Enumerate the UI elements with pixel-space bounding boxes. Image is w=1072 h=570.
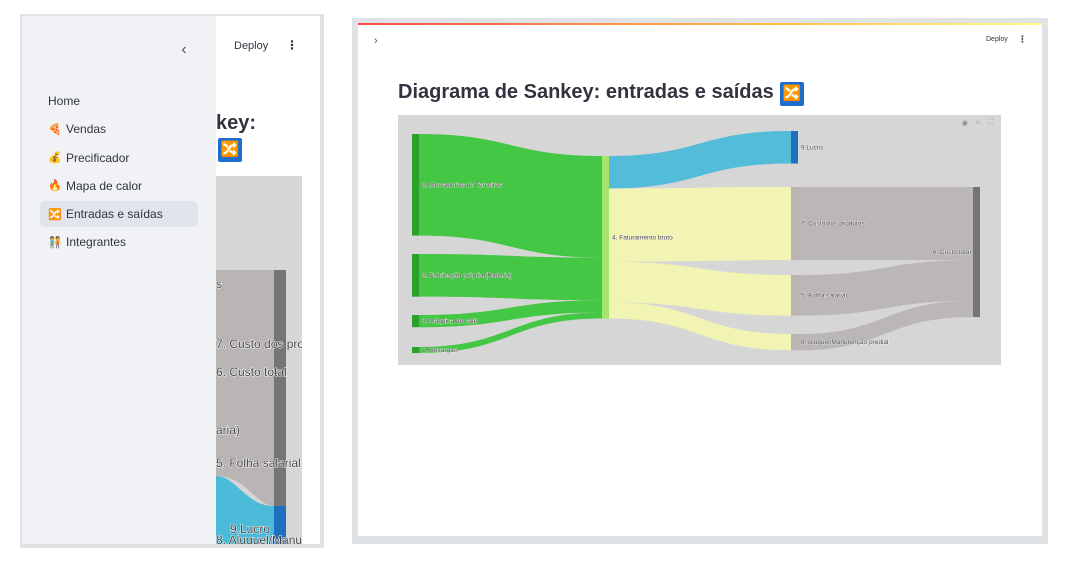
- sankey-node-label: 1. Recargas: [422, 347, 458, 354]
- left-window-frame: ‹ Home 🍕 Vendas 💰 Precificador 🔥 Mapa de…: [20, 14, 324, 548]
- sankey-chart-partial[interactable]: s 7. Custo dos pro 6. Custo total aria) …: [216, 176, 302, 544]
- top-decoration-line: [358, 23, 1042, 25]
- page-title: Diagrama de Sankey: entradas e saídas: [398, 81, 774, 103]
- pizza-icon: 🍕: [48, 123, 62, 136]
- chevron-right-icon[interactable]: ›: [374, 35, 378, 47]
- more-menu-icon[interactable]: ⋮: [286, 38, 298, 52]
- right-window: › Deploy ⋮ Diagrama de Sankey: entradas …: [358, 23, 1042, 536]
- sankey-node-label: 5. Folha salarial: [801, 292, 847, 299]
- sidebar-item-vendas[interactable]: 🍕 Vendas: [40, 116, 198, 142]
- sankey-links: [419, 131, 973, 354]
- sidebar-item-label: Integrantes: [66, 235, 127, 250]
- chart-label: 8. Aluguel/Manu: [216, 533, 302, 544]
- fire-icon: 🔥: [48, 180, 62, 193]
- sankey-node[interactable]: [602, 156, 609, 319]
- flow-custo-total: [216, 270, 274, 506]
- money-bag-icon: 💰: [48, 152, 62, 165]
- sidebar-item-mapa-de-calor[interactable]: 🔥 Mapa de calor: [40, 173, 198, 199]
- sankey-node-label: 0. Mercadorias de Terceiros: [422, 182, 503, 189]
- people-icon: 🧑‍🤝‍🧑: [48, 236, 62, 249]
- more-menu-icon[interactable]: ⋮: [1018, 34, 1027, 45]
- sidebar: ‹ Home 🍕 Vendas 💰 Precificador 🔥 Mapa de…: [22, 16, 216, 544]
- right-window-frame: › Deploy ⋮ Diagrama de Sankey: entradas …: [352, 18, 1048, 544]
- chevron-left-icon[interactable]: ‹: [174, 40, 194, 60]
- camera-icon[interactable]: ◉: [962, 119, 968, 127]
- sankey-node-label: 3. Máquina de café: [422, 318, 478, 325]
- deploy-button[interactable]: Deploy: [986, 36, 1008, 43]
- sankey-chart[interactable]: 0. Mercadorias de Terceiros 1. Recargas 2.…: [398, 115, 1001, 365]
- shuffle-icon: 🔀: [48, 208, 62, 221]
- sidebar-item-home[interactable]: Home: [40, 88, 198, 114]
- sankey-node[interactable]: [973, 187, 980, 318]
- sankey-node[interactable]: [412, 134, 419, 236]
- chart-label: aria): [216, 423, 240, 437]
- sidebar-item-label: Entradas e saídas: [66, 207, 163, 222]
- sankey-node[interactable]: [791, 334, 798, 351]
- sankey-link[interactable]: [609, 131, 791, 189]
- chart-modebar: ◉ ⌂ ⛶: [962, 119, 993, 127]
- shuffle-icon: 🔀: [780, 82, 804, 106]
- sidebar-item-label: Mapa de calor: [66, 178, 143, 193]
- sankey-node[interactable]: [791, 275, 798, 316]
- chart-label: 6. Custo total: [216, 365, 287, 379]
- sankey-node[interactable]: [791, 131, 798, 164]
- chart-label: s: [216, 277, 222, 291]
- sankey-node-label: 4. Faturamento bruto: [612, 234, 673, 241]
- sidebar-item-label: Precificador: [66, 150, 130, 165]
- sankey-node-label: 8. Aluguel/Manutenção predial: [801, 339, 889, 346]
- sankey-node-label: 6. Custo total: [933, 249, 972, 256]
- shuffle-icon: 🔀: [218, 138, 242, 162]
- sankey-node-label: 9.Lucro: [801, 144, 823, 151]
- node-custo-total: [274, 270, 286, 506]
- sankey-node-label: 7. Custo dos produtos: [801, 221, 865, 228]
- sankey-node[interactable]: [412, 254, 419, 297]
- sankey-svg: 0. Mercadorias de Terceiros 1. Recargas 2.…: [412, 131, 980, 354]
- chart-label: 5. Folha salarial: [216, 456, 301, 470]
- sankey-node-label: 2. Fabricação própria (Padaria): [422, 272, 512, 279]
- sidebar-item-label: Home: [48, 94, 81, 108]
- sidebar-item-label: Vendas: [66, 122, 107, 137]
- page-title-fragment: key:: [216, 112, 257, 134]
- left-window: ‹ Home 🍕 Vendas 💰 Precificador 🔥 Mapa de…: [22, 16, 320, 544]
- home-icon[interactable]: ⌂: [976, 119, 980, 127]
- sidebar-nav: Home 🍕 Vendas 💰 Precificador 🔥 Mapa de c…: [40, 88, 198, 258]
- left-main-area: Deploy ⋮ key: 🔀 s 7. Custo dos pro 6. Cu…: [216, 16, 320, 544]
- fullscreen-icon[interactable]: ⛶: [988, 119, 993, 127]
- sidebar-item-entradas-e-saidas[interactable]: 🔀 Entradas e saídas: [40, 201, 198, 228]
- sankey-node[interactable]: [412, 315, 419, 328]
- sankey-link[interactable]: [609, 187, 791, 262]
- sankey-svg-partial: s 7. Custo dos pro 6. Custo total aria) …: [216, 270, 302, 544]
- sankey-node[interactable]: [412, 347, 419, 354]
- sankey-link[interactable]: [419, 134, 602, 258]
- chart-label: 7. Custo dos pro: [216, 337, 302, 351]
- sidebar-item-integrantes[interactable]: 🧑‍🤝‍🧑 Integrantes: [40, 229, 198, 255]
- deploy-button[interactable]: Deploy: [234, 40, 268, 52]
- sankey-node[interactable]: [791, 187, 798, 261]
- sidebar-item-precificador[interactable]: 💰 Precificador: [40, 145, 198, 171]
